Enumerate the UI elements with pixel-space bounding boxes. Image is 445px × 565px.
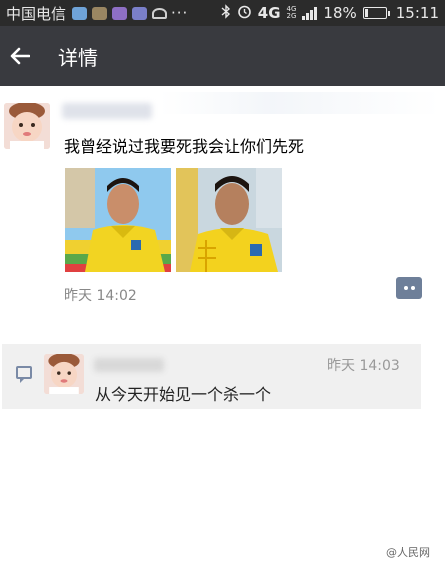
clock: 15:11 bbox=[395, 4, 439, 22]
poster-avatar[interactable] bbox=[4, 103, 50, 149]
commenter-avatar[interactable] bbox=[44, 354, 84, 394]
status-indicators: 4G 4G 2G 18% 15:11 bbox=[221, 3, 439, 23]
battery-icon bbox=[362, 7, 390, 19]
blurred-header-area bbox=[160, 92, 440, 114]
post-text: 我曾经说过我要死我会让你们先死 bbox=[64, 137, 305, 156]
alarm-icon bbox=[237, 4, 252, 23]
comment-text: 从今天开始见一个杀一个 bbox=[95, 385, 272, 404]
poster-name-blurred[interactable] bbox=[62, 103, 152, 119]
notification-icons bbox=[72, 6, 168, 20]
status-bar: 中国电信 ··· 4G 4G 2G 18% 15:11 bbox=[0, 0, 445, 26]
comment-icon bbox=[16, 366, 32, 383]
comment-section: 昨天 14:03 从今天开始见一个杀一个 bbox=[2, 344, 421, 409]
notification-app-icon bbox=[72, 6, 88, 20]
comment-timestamp: 昨天 14:03 bbox=[327, 358, 400, 374]
network-type: 4G bbox=[257, 4, 281, 22]
commenter-name-blurred[interactable] bbox=[94, 358, 164, 372]
usb-icon bbox=[152, 7, 168, 19]
post-timestamp: 昨天 14:02 bbox=[64, 288, 137, 304]
notification-app-icon bbox=[112, 6, 128, 20]
network-substatus: 4G 2G bbox=[286, 5, 297, 20]
notification-image-icon bbox=[92, 6, 108, 20]
notification-app-icon bbox=[132, 6, 148, 20]
more-notifications-dots: ··· bbox=[171, 4, 189, 22]
carrier-name: 中国电信 bbox=[6, 4, 67, 23]
post-photo[interactable] bbox=[176, 168, 282, 272]
page-title: 详情 bbox=[58, 45, 98, 70]
battery-percent: 18% bbox=[323, 4, 357, 22]
back-arrow-icon[interactable] bbox=[0, 26, 40, 86]
app-bar: 详情 bbox=[0, 26, 445, 86]
post-photo[interactable] bbox=[65, 168, 171, 272]
watermark: @人民网 bbox=[386, 546, 430, 559]
comment-dots-icon[interactable] bbox=[396, 277, 422, 299]
bluetooth-icon bbox=[221, 3, 231, 23]
signal-icon bbox=[302, 6, 318, 20]
